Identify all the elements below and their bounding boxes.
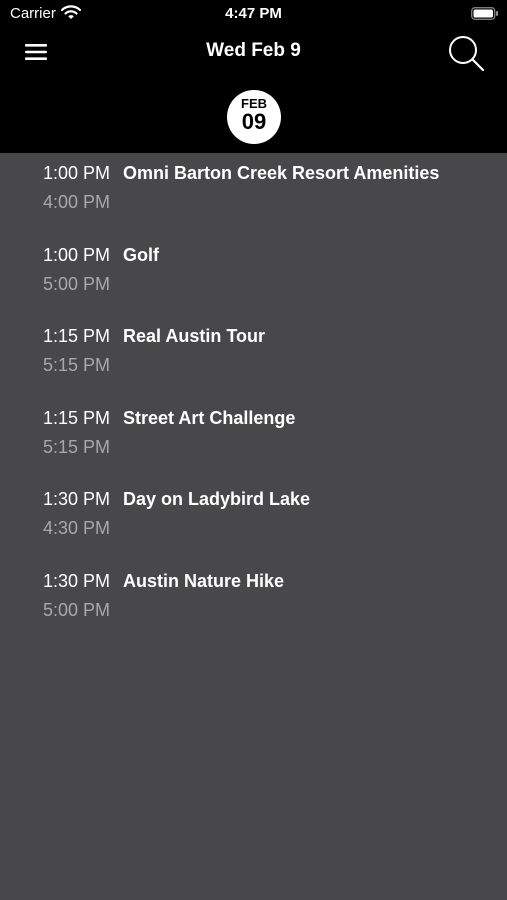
event-name: Real Austin Tour — [123, 326, 266, 347]
menu-button[interactable] — [25, 42, 49, 62]
event-end-time: 5:00 PM — [42, 599, 110, 620]
event-row[interactable]: 1:15 PM Real Austin Tour 5:15 PM — [0, 316, 507, 398]
event-row[interactable]: 1:15 PM Street Art Challenge 5:15 PM — [0, 398, 507, 480]
event-name: Street Art Challenge — [123, 407, 296, 428]
event-start-time: 1:15 PM — [42, 326, 110, 347]
event-end-time: 4:30 PM — [42, 518, 110, 539]
status-time: 4:47 PM — [225, 5, 282, 22]
event-end-time: 5:15 PM — [42, 436, 110, 457]
event-start-time: 1:00 PM — [42, 244, 110, 265]
event-end-time: 5:15 PM — [42, 355, 110, 376]
event-start-time: 1:00 PM — [42, 163, 110, 183]
date-badge-day: 09 — [241, 109, 267, 134]
event-start-time: 1:15 PM — [42, 407, 110, 428]
page-title: Wed Feb 9 — [206, 40, 301, 61]
event-row[interactable]: 1:00 PM Golf 5:00 PM — [0, 235, 507, 317]
event-start-time: 1:30 PM — [42, 570, 110, 591]
event-name: Golf — [123, 244, 159, 265]
event-row[interactable]: 1:30 PM Day on Ladybird Lake 4:30 PM — [0, 479, 507, 561]
status-bar: Carrier 4:47 PM — [0, 0, 507, 28]
search-icon — [449, 36, 485, 72]
hamburger-menu-icon — [25, 44, 47, 60]
search-button[interactable] — [446, 33, 486, 73]
event-start-time: 1:30 PM — [42, 489, 110, 510]
event-name: Austin Nature Hike — [123, 570, 285, 591]
header: Carrier 4:47 PM Wed Feb 9 FEB 09 — [0, 0, 507, 153]
event-list: 1:00 PM Omni Barton Creek Resort Ameniti… — [0, 153, 507, 643]
event-name: Day on Ladybird Lake — [123, 489, 311, 510]
event-row[interactable]: 1:00 PM Omni Barton Creek Resort Ameniti… — [0, 153, 507, 235]
battery-icon — [471, 7, 498, 20]
event-name: Omni Barton Creek Resort Amenities — [123, 163, 440, 183]
date-badge: FEB 09 — [227, 90, 281, 144]
event-end-time: 4:00 PM — [42, 192, 110, 212]
event-end-time: 5:00 PM — [42, 273, 110, 294]
event-row[interactable]: 1:30 PM Austin Nature Hike 5:00 PM — [0, 561, 507, 643]
